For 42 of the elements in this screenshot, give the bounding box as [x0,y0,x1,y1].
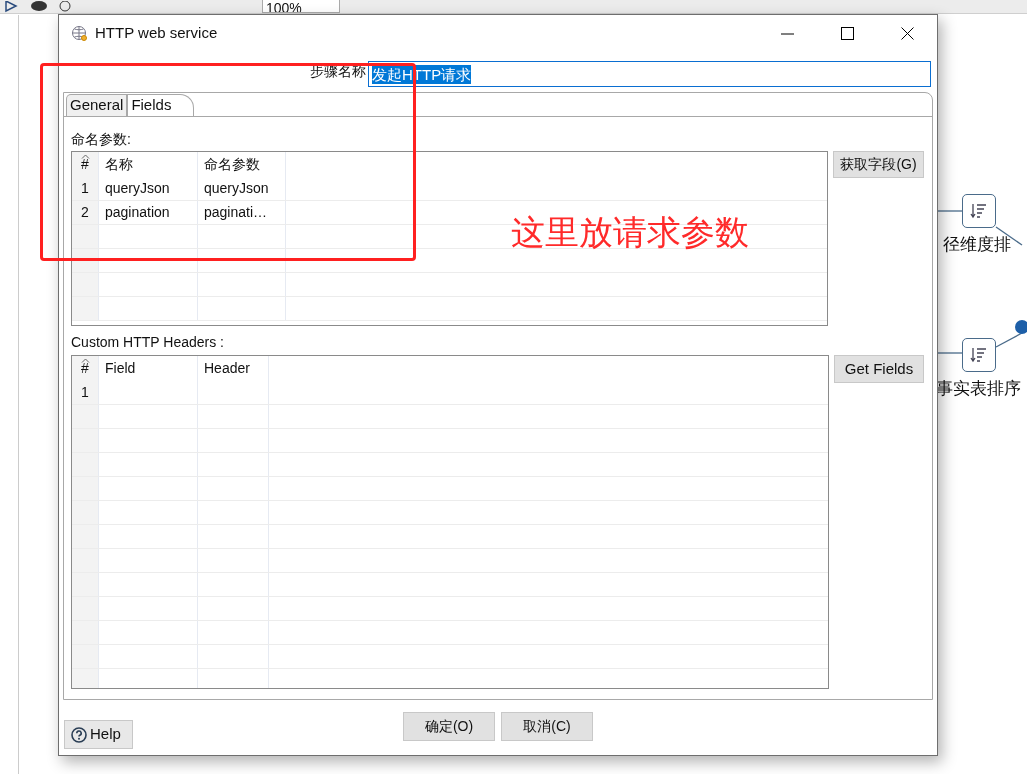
sort-icon [970,202,988,220]
close-icon[interactable] [901,27,914,40]
connector-line [995,332,1023,348]
tab[interactable]: General [66,94,128,116]
column-header[interactable]: 命名参数 [198,152,286,177]
help-icon [71,726,87,743]
column-header[interactable]: # [72,356,99,381]
window-title: HTTP web service [95,23,218,44]
connector-line [937,210,963,212]
table-cell: queryJson [198,177,286,200]
table-cell: queryJson [99,177,198,200]
column-header[interactable]: # [72,152,99,177]
sort-icon [970,346,988,364]
get-fields-button[interactable]: Get Fields [834,355,924,383]
row-number-cell: 2 [72,201,99,224]
help-button[interactable]: Help [64,720,133,749]
globe-icon [71,25,88,42]
tab[interactable]: Fields [127,94,195,116]
column-header[interactable]: 名称 [99,152,198,177]
sort-caret-icon [81,358,90,363]
minimize-icon[interactable] [781,32,794,35]
get-fields-button[interactable]: 获取字段(G) [833,151,924,178]
connector-line [937,352,963,354]
step-node[interactable] [962,338,996,372]
row-number-cell: 1 [72,381,99,404]
table-cell: pagination [99,201,198,224]
run-icon[interactable] [4,1,20,13]
sort-caret-icon [81,154,90,159]
info-icon[interactable] [1015,320,1027,334]
ok-button[interactable]: 确定(O) [403,712,495,741]
section-label: Custom HTTP Headers : [71,333,225,352]
annotation-text: 这里放请求参数 [511,212,749,253]
node-label: 径维度排 [943,234,1011,256]
row-number-cell: 1 [72,177,99,200]
table-cell: paginati… [198,201,286,224]
column-header[interactable]: Header [198,356,269,381]
node-label: 事实表排序 [936,378,1021,400]
section-label: 命名参数: [71,130,132,149]
step-node[interactable] [962,194,996,228]
cancel-button[interactable]: 取消(C) [501,712,593,741]
maximize-icon[interactable] [841,27,854,40]
column-header[interactable]: Field [99,356,198,381]
